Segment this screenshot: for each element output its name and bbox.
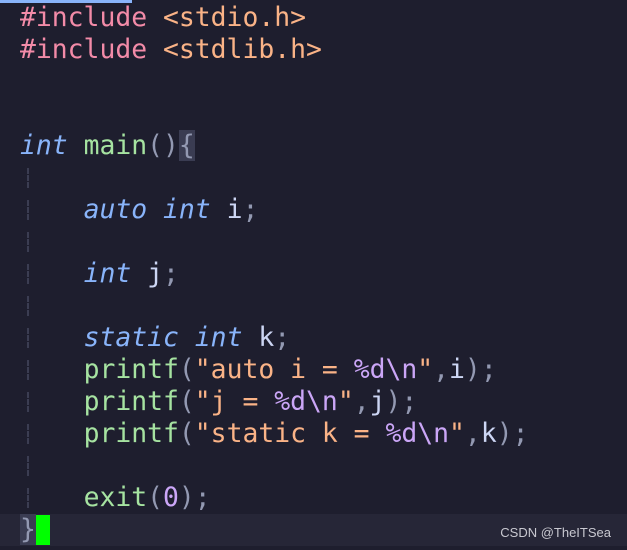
indent-guide: [27, 360, 29, 380]
code-line[interactable]: static int k;: [0, 322, 627, 354]
token-ident: j: [147, 258, 164, 289]
code-editor[interactable]: #include <stdio.h> #include <stdlib.h> int…: [0, 2, 627, 546]
token-paren: (): [147, 130, 179, 161]
token-type: int: [20, 130, 68, 161]
token-paren: ): [464, 354, 481, 385]
token-ident: i: [226, 194, 243, 225]
token-punct: ;: [163, 258, 179, 289]
token-type: int: [83, 258, 132, 289]
token-paren: (: [178, 386, 195, 417]
indent-guide: [27, 456, 29, 476]
token-type: auto: [83, 194, 148, 225]
code-line[interactable]: [0, 450, 627, 482]
indent-guide: [27, 328, 29, 348]
token-ident: k: [480, 418, 497, 449]
indent-guide: [27, 424, 29, 444]
indent-guide: [27, 264, 29, 284]
token-ident: j: [369, 386, 386, 417]
token-string: "auto i =: [194, 354, 354, 385]
code-line[interactable]: [0, 162, 627, 194]
indent-guide: [27, 488, 29, 508]
token-punct: ,: [433, 354, 450, 385]
token-fmt: %d\n: [353, 354, 418, 385]
code-line[interactable]: int j;: [0, 258, 627, 290]
token-string: ": [417, 354, 434, 385]
token-punct: ;: [480, 354, 497, 385]
token-string: ": [449, 418, 465, 449]
token-type: static: [83, 322, 179, 353]
token-string: "static k =: [194, 418, 386, 449]
code-line[interactable]: [0, 290, 627, 322]
text-cursor: [35, 515, 50, 545]
token-header: <stdlib.h>: [163, 34, 322, 65]
code-line[interactable]: printf("j = %d\n",j);: [0, 386, 627, 418]
code-line[interactable]: int main(){: [0, 130, 627, 162]
token-punct: ,: [464, 418, 481, 449]
token-func: main: [83, 130, 148, 161]
indent-guide: [27, 232, 29, 252]
token-preproc: #include: [20, 2, 148, 33]
token-string: "j =: [194, 386, 275, 417]
token-paren: ): [385, 386, 402, 417]
token-fmt: %d\n: [385, 418, 450, 449]
token-paren: ): [496, 418, 513, 449]
token-paren: ): [178, 482, 195, 513]
indent-guide: [27, 392, 29, 412]
token-punct: ;: [242, 194, 259, 225]
token-string: ": [337, 386, 354, 417]
code-line[interactable]: #include <stdlib.h>: [0, 34, 627, 66]
token-ident: k: [258, 322, 275, 353]
token-paren: (: [178, 354, 195, 385]
token-num: 0: [163, 482, 179, 513]
indent-guide: [27, 168, 29, 188]
code-line[interactable]: #include <stdio.h>: [0, 2, 627, 34]
token-ident: i: [449, 354, 465, 385]
token-punct: ;: [512, 418, 529, 449]
code-line[interactable]: printf("static k = %d\n",k);: [0, 418, 627, 450]
token-func: exit: [83, 482, 148, 513]
token-type: int: [194, 322, 243, 353]
token-header: <stdio.h>: [163, 2, 306, 33]
token-punct: ;: [274, 322, 291, 353]
token-func: printf: [83, 354, 179, 385]
token-punct: ;: [194, 482, 211, 513]
token-brace: }: [20, 514, 36, 545]
code-line[interactable]: auto int i;: [0, 194, 627, 226]
token-paren: (: [147, 482, 164, 513]
token-fmt: %d\n: [274, 386, 338, 417]
token-brace: {: [178, 130, 195, 161]
token-punct: ;: [401, 386, 418, 417]
code-line[interactable]: [0, 226, 627, 258]
indent-guide: [27, 296, 29, 316]
code-line[interactable]: printf("auto i = %d\n",i);: [0, 354, 627, 386]
token-func: printf: [83, 386, 179, 417]
code-line[interactable]: exit(0);: [0, 482, 627, 514]
token-preproc: #include: [20, 34, 148, 65]
token-paren: (: [178, 418, 195, 449]
indent-guide: [27, 200, 29, 220]
watermark: CSDN @TheITSea: [500, 525, 611, 540]
code-line[interactable]: [0, 66, 627, 98]
token-punct: ,: [353, 386, 370, 417]
token-type: int: [163, 194, 211, 225]
token-func: printf: [83, 418, 179, 449]
code-line[interactable]: [0, 98, 627, 130]
